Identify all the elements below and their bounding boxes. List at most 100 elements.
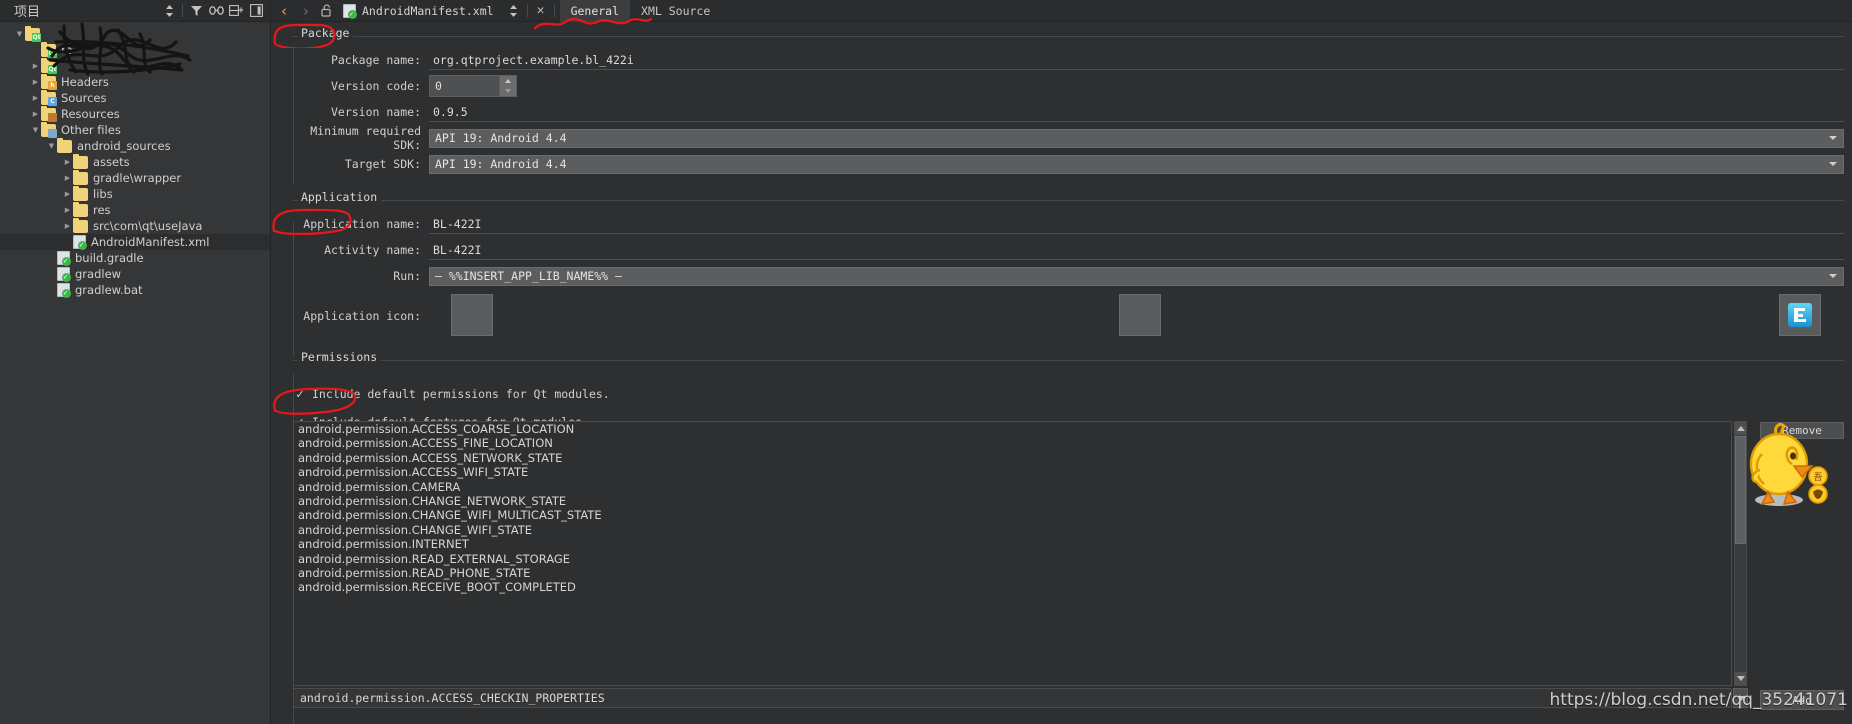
- tab-xml-source[interactable]: XML Source: [630, 0, 721, 22]
- unlocked-padlock-icon[interactable]: [317, 1, 337, 21]
- package-section-header: Package: [271, 26, 1852, 46]
- input-application-name[interactable]: BL-422I: [429, 215, 1844, 234]
- input-version-name[interactable]: 0.9.5: [429, 103, 1844, 122]
- xml-file-icon: ✓: [343, 3, 357, 19]
- tree-item-label: Sources: [61, 91, 107, 105]
- tree-item[interactable]: h Headers: [0, 73, 270, 90]
- filter-icon[interactable]: [186, 1, 206, 21]
- permission-entry-field[interactable]: android.permission.ACCESS_CHECKIN_PROPER…: [293, 688, 1732, 708]
- field-control-wrap: — %%INSERT_APP_LIB_NAME%% —: [429, 266, 1852, 286]
- open-file-chip[interactable]: ✓ AndroidManifest.xml: [337, 3, 500, 19]
- chevron-right-icon[interactable]: [62, 186, 73, 202]
- chevron-down-icon[interactable]: [14, 26, 25, 42]
- tree-item[interactable]: ✓ build.gradle: [0, 250, 270, 266]
- permission-list-item[interactable]: android.permission.READ_PHONE_STATE: [294, 566, 1731, 580]
- other-files-folder-icon: [41, 121, 57, 138]
- tree-item[interactable]: src\com\qt\useJava: [0, 217, 270, 234]
- tree-item-label: gradlew.bat: [75, 283, 143, 297]
- combo-target-sdk[interactable]: API 19: Android 4.4: [429, 154, 1844, 174]
- tree-item[interactable]: ✓ gradlew: [0, 266, 270, 282]
- permission-list-item[interactable]: android.permission.READ_EXTERNAL_STORAGE: [294, 552, 1731, 566]
- icon-badge: Qt: [48, 48, 57, 58]
- checkbox-icon[interactable]: ✓: [295, 388, 305, 401]
- chevron-right-icon[interactable]: [62, 170, 73, 186]
- tree-item[interactable]: libs: [0, 185, 270, 202]
- input-activity-name[interactable]: BL-422I: [429, 241, 1844, 260]
- tree-item[interactable]: Qt: [0, 57, 270, 74]
- chevron-down-icon: [1829, 274, 1837, 278]
- stepper-up-icon[interactable]: [500, 76, 516, 86]
- link-icon[interactable]: [206, 1, 226, 21]
- scrollbar-down-button[interactable]: [1735, 672, 1746, 685]
- tree-item[interactable]: C Sources: [0, 89, 270, 106]
- field-label: Target SDK:: [344, 157, 421, 171]
- tree-item[interactable]: ✓ gradlew.bat: [0, 282, 270, 298]
- permissions-list[interactable]: android.permission.ACCESS_COARSE_LOCATIO…: [293, 421, 1732, 686]
- tree-item[interactable]: android_sources: [0, 137, 270, 154]
- chevron-down-icon[interactable]: [46, 138, 57, 154]
- permission-list-item[interactable]: android.permission.ACCESS_WIFI_STATE: [294, 465, 1731, 479]
- stepper-down-icon[interactable]: [500, 86, 516, 96]
- permission-list-item[interactable]: android.permission.ACCESS_COARSE_LOCATIO…: [294, 422, 1731, 436]
- sort-updown-icon[interactable]: [159, 1, 179, 21]
- editor-tabs[interactable]: General XML Source: [559, 0, 722, 22]
- application-section-title: Application: [297, 190, 382, 204]
- permission-list-item[interactable]: android.permission.ACCESS_NETWORK_STATE: [294, 451, 1731, 465]
- permission-checkbox-row[interactable]: ✓ Include default permissions for Qt modu…: [295, 384, 1852, 404]
- permission-list-item[interactable]: android.permission.RECEIVE_BOOT_COMPLETE…: [294, 580, 1731, 594]
- close-icon[interactable]: ✕: [531, 1, 551, 21]
- tree-item[interactable]: Resources: [0, 105, 270, 122]
- icon-badge: Qt: [32, 32, 41, 42]
- tree-item[interactable]: res: [0, 201, 270, 218]
- open-file-name: AndroidManifest.xml: [362, 3, 494, 18]
- tree-item[interactable]: assets: [0, 153, 270, 170]
- field-label: Run:: [393, 269, 421, 283]
- chevron-right-icon[interactable]: [30, 106, 41, 122]
- chevron-right-icon[interactable]: [30, 58, 41, 74]
- tree-item[interactable]: Other files: [0, 121, 270, 138]
- yellow-duck-mascot: 吾: [1749, 422, 1828, 506]
- tree-item[interactable]: Qt: [0, 25, 270, 42]
- chevron-down-icon: [1829, 162, 1837, 166]
- high-dpi-icon-slot[interactable]: [1779, 294, 1821, 336]
- tree-item-label: assets: [93, 155, 130, 169]
- tree-item[interactable]: ✓ AndroidManifest.xml: [0, 234, 270, 250]
- permission-list-item[interactable]: android.permission.INTERNET: [294, 537, 1731, 551]
- form-row: Package name: org.qtproject.example.bl_42…: [271, 48, 1852, 72]
- version-code-stepper[interactable]: 0: [429, 75, 517, 97]
- chevron-right-icon[interactable]: [30, 90, 41, 106]
- field-label: Application name:: [303, 217, 421, 231]
- combo-minimum-required-sdk[interactable]: API 19: Android 4.4: [429, 128, 1844, 148]
- chevron-right-icon[interactable]: [62, 154, 73, 170]
- project-tree[interactable]: QtQtroQthHeadersCSourcesResourcesOther f…: [0, 22, 270, 724]
- tree-item[interactable]: gradle\wrapper: [0, 169, 270, 186]
- combo-run[interactable]: — %%INSERT_APP_LIB_NAME%% —: [429, 266, 1844, 286]
- chevron-right-icon[interactable]: [62, 202, 73, 218]
- field-control-wrap: 0.9.5: [429, 103, 1852, 122]
- permission-list-item[interactable]: android.permission.CAMERA: [294, 480, 1731, 494]
- folder-icon: [73, 185, 88, 201]
- stepper-buttons[interactable]: [499, 76, 516, 96]
- permission-list-item[interactable]: android.permission.CHANGE_NETWORK_STATE: [294, 494, 1731, 508]
- chevron-down-icon[interactable]: [30, 122, 41, 138]
- chevron-right-icon[interactable]: [62, 218, 73, 234]
- navigate-back-button[interactable]: ‹: [273, 1, 295, 21]
- navigate-forward-button[interactable]: ›: [295, 1, 317, 21]
- tab-general[interactable]: General: [559, 0, 631, 22]
- editor-toolbar: ‹ › ✓ AndroidManifest.xml ✕ General XML S…: [271, 0, 1852, 22]
- toolbar-divider-2: [526, 4, 528, 17]
- xml-file-icon: ✓: [57, 267, 71, 282]
- chevron-right-icon[interactable]: [30, 74, 41, 90]
- updown-arrows-icon[interactable]: [504, 1, 524, 21]
- collapse-sidebar-icon[interactable]: [246, 1, 266, 21]
- medium-dpi-icon-slot[interactable]: [1119, 294, 1161, 336]
- low-dpi-icon-slot[interactable]: [451, 294, 493, 336]
- input-package-name[interactable]: org.qtproject.example.bl_422i: [429, 51, 1844, 70]
- permission-list-item[interactable]: android.permission.ACCESS_FINE_LOCATION: [294, 436, 1731, 450]
- tree-item[interactable]: Qt ro: [0, 41, 270, 58]
- split-add-icon[interactable]: [226, 1, 246, 21]
- permission-list-item[interactable]: android.permission.CHANGE_WIFI_MULTICAST…: [294, 508, 1731, 522]
- permission-list-item[interactable]: android.permission.CHANGE_WIFI_STATE: [294, 523, 1731, 537]
